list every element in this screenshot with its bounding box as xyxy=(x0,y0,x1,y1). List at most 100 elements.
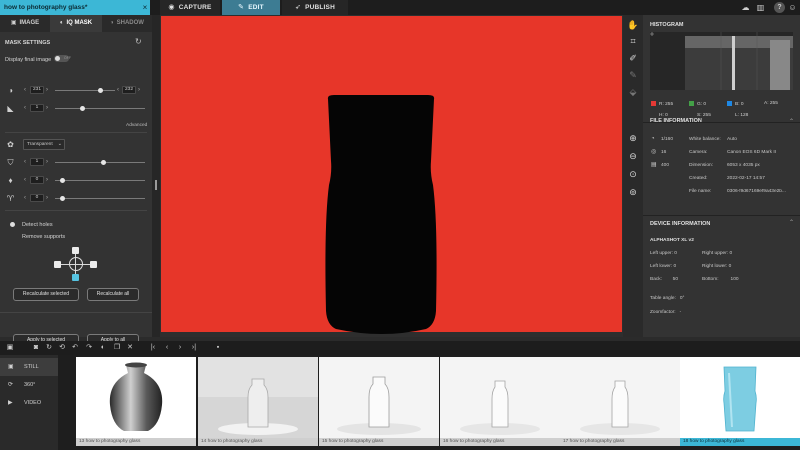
value-c-slider-track[interactable] xyxy=(55,198,145,199)
zoom-actual-icon[interactable]: ⊚ xyxy=(627,186,639,198)
threshold-slider-thumb[interactable] xyxy=(98,88,103,93)
category-still[interactable]: ▣ STILL xyxy=(0,358,58,376)
increase-arrow-icon[interactable]: › xyxy=(46,104,48,112)
thumbnail-caption: 13 how to photography glass xyxy=(76,438,196,446)
divider xyxy=(5,210,147,211)
brush-icon[interactable]: ✐ xyxy=(627,52,639,64)
detect-holes-checkbox[interactable] xyxy=(10,222,15,227)
decrease-arrow-icon[interactable]: ‹ xyxy=(24,86,26,94)
thumbnail-16[interactable]: 16 how to photography glass xyxy=(440,357,560,446)
smoothing-input[interactable]: 1 xyxy=(30,104,44,112)
image-icon[interactable]: ▣ xyxy=(5,343,15,353)
value-b-slider-track[interactable] xyxy=(55,180,145,181)
tab-iq-mask[interactable]: ◐ IQ MASK xyxy=(50,15,102,32)
photo-canvas[interactable] xyxy=(161,16,622,334)
smoothing-slider-thumb[interactable] xyxy=(80,106,85,111)
category-video[interactable]: ▶ VIDEO xyxy=(0,394,58,412)
background-dropdown[interactable]: Transparent ⌄ xyxy=(23,139,65,150)
eraser-icon[interactable]: ✎ xyxy=(627,69,639,81)
chevron-up-icon[interactable]: ⌃ xyxy=(789,118,794,125)
left-upper: Left upper: 0 xyxy=(650,251,677,256)
recalculate-selected-button[interactable]: Recalculate selected xyxy=(13,288,79,301)
value-b-slider-thumb[interactable] xyxy=(60,178,65,183)
advanced-link[interactable]: Advanced xyxy=(126,123,147,128)
increase-arrow-icon[interactable]: › xyxy=(46,176,48,184)
user-icon[interactable]: ☺ xyxy=(787,2,798,13)
increase-arrow-icon[interactable]: › xyxy=(46,158,48,166)
created-value: 2022-02-17 14:57 xyxy=(727,176,765,181)
help-icon[interactable]: ? xyxy=(774,2,785,13)
thumbnail-14[interactable]: 14 how to photography glass xyxy=(198,357,318,446)
rotate-right-icon[interactable]: ↷ xyxy=(84,343,94,353)
value-b-input[interactable]: 0 xyxy=(30,176,44,184)
cloud-icon[interactable]: ☁ xyxy=(740,2,751,13)
value-a-input[interactable]: 1 xyxy=(30,158,44,166)
value-c-slider-thumb[interactable] xyxy=(60,196,65,201)
support-right-handle[interactable] xyxy=(90,261,97,268)
zoom-out-icon[interactable]: ⊖ xyxy=(627,150,639,162)
value-a-slider-track[interactable] xyxy=(55,162,145,163)
increase-arrow-icon[interactable]: › xyxy=(46,86,48,94)
last-icon[interactable]: ›| xyxy=(189,343,199,353)
recalculate-all-button[interactable]: Recalculate all xyxy=(87,288,139,301)
decrease-arrow-icon[interactable]: ‹ xyxy=(24,158,26,166)
camera-icon[interactable]: ◙ xyxy=(31,343,41,353)
crop-icon[interactable]: ⌗ xyxy=(627,35,639,47)
decrease-arrow-icon[interactable]: ‹ xyxy=(24,104,26,112)
copy-icon[interactable]: ❐ xyxy=(112,343,122,353)
panel-splitter[interactable] xyxy=(152,15,160,337)
value-a-slider-thumb[interactable] xyxy=(101,160,106,165)
book-icon[interactable]: ▥ xyxy=(755,2,766,13)
white-balance-key: White balance: xyxy=(689,137,721,142)
sync-icon[interactable]: ⟲ xyxy=(57,343,67,353)
tab-capture[interactable]: ◉ CAPTURE xyxy=(160,0,220,15)
thumbnail-15[interactable]: 15 how to photography glass xyxy=(319,357,439,446)
decrease-arrow-icon[interactable]: ‹ xyxy=(24,194,26,202)
threshold-slider-track[interactable] xyxy=(55,90,115,91)
created-key: Created: xyxy=(689,176,708,181)
rotate-left-icon[interactable]: ↶ xyxy=(70,343,80,353)
category-360[interactable]: ⟳ 360° xyxy=(0,376,58,394)
zoom-fit-icon[interactable]: ⊙ xyxy=(627,168,639,180)
right-lower: Right lower: 0 xyxy=(702,264,732,269)
increase-arrow-icon[interactable]: › xyxy=(138,86,140,94)
project-title[interactable]: how to photography glass* xyxy=(0,0,150,15)
sub-tabs: ▣ IMAGE ◐ IQ MASK ◑ SHADOW xyxy=(0,15,152,32)
mask-icon[interactable]: ◐ xyxy=(98,343,108,353)
save-icon[interactable]: ▪ xyxy=(213,343,223,353)
thumbnail-13[interactable]: 13 how to photography glass xyxy=(76,357,196,446)
close-project-icon[interactable]: × xyxy=(140,0,150,15)
decrease-arrow-icon[interactable]: ‹ xyxy=(24,176,26,184)
fill-icon[interactable]: ⬙ xyxy=(627,86,639,98)
thumbnail-17[interactable]: 17 how to photography glass xyxy=(560,357,680,446)
thumbnail-18[interactable]: 18 how to photography glass xyxy=(680,357,800,446)
next-icon[interactable]: › xyxy=(175,343,185,353)
support-top-handle[interactable] xyxy=(72,247,79,254)
chevron-up-icon[interactable]: ⌃ xyxy=(789,219,794,226)
splitter-grip[interactable] xyxy=(155,180,157,190)
threshold-high-input[interactable]: 232 xyxy=(122,86,136,94)
support-bottom-handle[interactable] xyxy=(72,274,79,281)
hand-icon[interactable]: ✋ xyxy=(627,19,639,31)
tab-publish[interactable]: ➶ PUBLISH xyxy=(282,0,348,15)
increase-arrow-icon[interactable]: › xyxy=(46,194,48,202)
threshold-low-input[interactable]: 231 xyxy=(30,86,44,94)
tab-image[interactable]: ▣ IMAGE xyxy=(0,15,50,32)
value-c-input[interactable]: 0 xyxy=(30,194,44,202)
tab-shadow[interactable]: ◑ SHADOW xyxy=(102,15,152,32)
aperture-value: 16 xyxy=(661,150,667,155)
zoom-in-icon[interactable]: ⊕ xyxy=(627,132,639,144)
alpha-value: A: 255 xyxy=(764,101,778,106)
file-name-value: 0306-f9d67169ef9a43e2b... xyxy=(727,189,786,194)
decrease-arrow-icon[interactable]: ‹ xyxy=(117,86,119,94)
refresh-icon[interactable]: ↻ xyxy=(44,343,54,353)
smoothing-slider-track[interactable] xyxy=(55,108,145,109)
first-icon[interactable]: |‹ xyxy=(148,343,158,353)
reset-icon[interactable]: ↻ xyxy=(135,37,142,46)
previous-icon[interactable]: ‹ xyxy=(162,343,172,353)
rgb-green: G: 0 xyxy=(689,101,706,107)
trash-icon[interactable]: ✕ xyxy=(125,343,135,353)
support-left-handle[interactable] xyxy=(54,261,61,268)
toggle-knob xyxy=(55,56,60,61)
tab-edit[interactable]: ✎ EDIT xyxy=(222,0,280,15)
